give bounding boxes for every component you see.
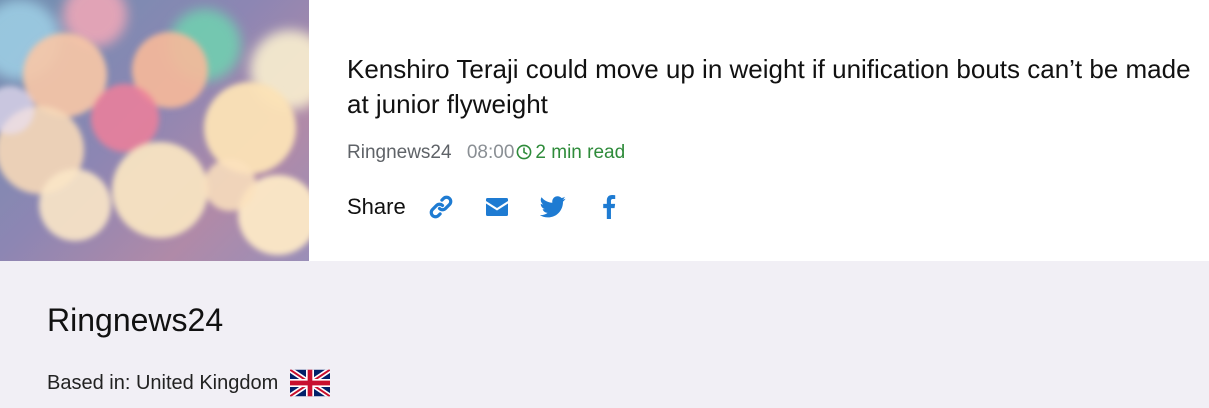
source-location: Based in: United Kingdom bbox=[47, 368, 331, 398]
share-bar: Share bbox=[347, 191, 650, 223]
article-title[interactable]: Kenshiro Teraji could move up in weight … bbox=[347, 52, 1202, 122]
based-in-text: Based in: United Kingdom bbox=[47, 372, 279, 394]
email-icon bbox=[485, 198, 508, 216]
share-link-button[interactable] bbox=[426, 192, 456, 222]
link-icon bbox=[429, 195, 453, 219]
share-label: Share bbox=[347, 194, 406, 219]
share-twitter-button[interactable] bbox=[538, 192, 568, 222]
share-facebook-button[interactable] bbox=[594, 192, 624, 222]
bokeh-lights-image bbox=[0, 0, 309, 255]
uk-flag-icon bbox=[290, 368, 331, 398]
page: Kenshiro Teraji could move up in weight … bbox=[0, 0, 1209, 408]
facebook-icon bbox=[602, 195, 615, 219]
article-card: Kenshiro Teraji could move up in weight … bbox=[0, 0, 1209, 261]
clock-icon bbox=[516, 143, 532, 167]
read-time: 2 min read bbox=[535, 142, 626, 163]
article-thumbnail[interactable] bbox=[0, 0, 309, 261]
share-email-button[interactable] bbox=[482, 192, 512, 222]
article-source[interactable]: Ringnews24 bbox=[347, 142, 452, 163]
article-time: 08:00 bbox=[466, 142, 515, 163]
article-meta: Ringnews24 08:00 2 min read bbox=[347, 141, 625, 165]
source-name: Ringnews24 bbox=[47, 302, 224, 338]
twitter-icon bbox=[539, 196, 566, 218]
